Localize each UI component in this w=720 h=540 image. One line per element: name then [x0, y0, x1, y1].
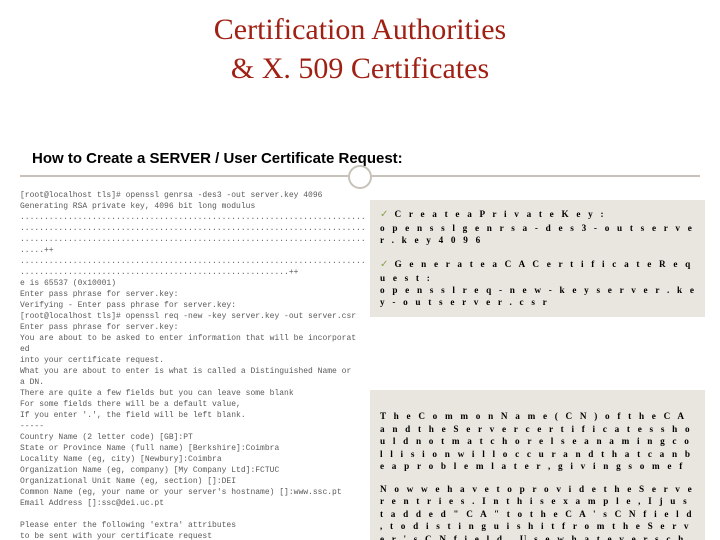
panel-generate-ca-request: ✓G e n e r a t e a C A C e r t i f i c a…	[370, 250, 705, 317]
panel-create-private-key: ✓ C r e a t e a P r i v a t e K e y : o p…	[370, 200, 705, 254]
panel4-text: N o w w e h a v e t o p r o v i d e t h …	[380, 484, 693, 540]
decorative-circle-icon	[348, 165, 372, 189]
checkmark-icon: ✓	[380, 259, 389, 270]
slide-title: Certification Authorities & X. 509 Certi…	[0, 0, 720, 88]
title-line-2: & X. 509 Certificates	[231, 52, 489, 85]
panel1-command: o p e n s s l g e n r s a - d e s 3 - o …	[380, 223, 693, 245]
section-heading: How to Create a SERVER / User Certificat…	[32, 150, 403, 167]
title-line-1: Certification Authorities	[214, 13, 506, 46]
checkmark-icon: ✓	[380, 209, 389, 220]
panel2-heading: G e n e r a t e a C A C e r t i f i c a …	[380, 259, 691, 283]
panel-server-entries-note: N o w w e h a v e t o p r o v i d e t h …	[370, 475, 705, 540]
panel2-command: o p e n s s l r e q - n e w - k e y s e …	[380, 285, 695, 307]
terminal-output: [root@localhost tls]# openssl genrsa -de…	[20, 190, 360, 540]
slide: Certification Authorities & X. 509 Certi…	[0, 0, 720, 540]
panel1-heading: C r e a t e a P r i v a t e K e y :	[394, 209, 604, 219]
